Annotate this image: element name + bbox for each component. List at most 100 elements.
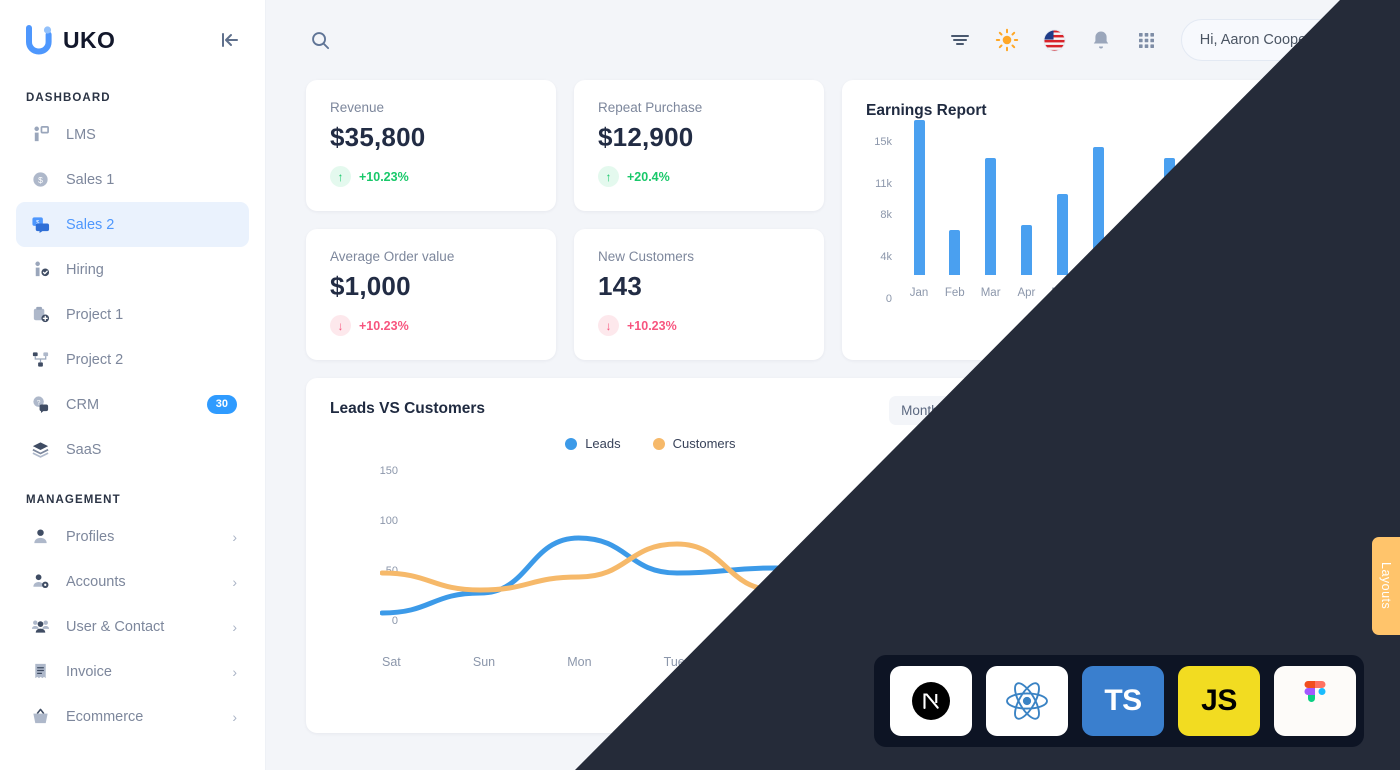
sidebar-section-management-title: MANAGEMENT: [26, 494, 121, 506]
project-box-icon: [28, 303, 52, 327]
bar-slot[interactable]: Jan: [904, 120, 934, 299]
arrow-up-icon: ↑: [598, 166, 619, 187]
filter-lines-icon[interactable]: [949, 29, 971, 51]
stat-label: Repeat Purchase: [598, 100, 703, 115]
bar-slot[interactable]: Jul: [1119, 243, 1149, 299]
bar-slot[interactable]: Aug: [1155, 158, 1185, 299]
sidebar-item-label: SaaS: [66, 441, 102, 458]
x-tick-label: Sun: [472, 655, 496, 669]
stat-delta: ↓ +10.23%: [330, 315, 532, 336]
bar: [949, 230, 961, 275]
sidebar-item-sales-2[interactable]: $ Sales 2: [16, 202, 249, 247]
sun-theme-icon[interactable]: [995, 28, 1019, 52]
stat-value: $35,800: [330, 122, 426, 152]
sidebar-item-lms[interactable]: LMS: [16, 112, 249, 157]
bar: [1307, 120, 1319, 275]
x-tick-label: Nov: [1266, 287, 1288, 299]
sidebar-item-label: Project 1: [66, 306, 124, 323]
bar-slot[interactable]: Nov: [1262, 219, 1292, 299]
bar-slot[interactable]: Apr: [1011, 224, 1041, 299]
bar-slot[interactable]: Feb: [940, 230, 970, 299]
sidebar-item-project-2[interactable]: Project 2: [16, 337, 249, 382]
donut-segment[interactable]: [1064, 590, 1156, 683]
dashboard-page: UKO DASHBOARD LMS $ Sales 1 $ Sales 2 Hi…: [0, 0, 1400, 770]
flag-usa-icon[interactable]: [1043, 28, 1066, 52]
bar-slot[interactable]: Mar: [976, 158, 1006, 299]
stat-card-revenue[interactable]: Revenue $35,800 ↑ +10.23%: [306, 80, 556, 211]
leads-period-select[interactable]: Month: [889, 396, 971, 425]
sidebar-item-crm[interactable]: ? CRM 30: [16, 382, 249, 427]
stat-card-repeat-purchase[interactable]: Repeat Purchase $12,900 ↑ +20.4%: [574, 80, 824, 211]
chevron-right-icon: ›: [232, 528, 237, 545]
sidebar-item-sales-1[interactable]: $ Sales 1: [16, 157, 249, 202]
profile-icon: [28, 525, 52, 549]
bar: [1128, 243, 1140, 275]
bar: [1271, 219, 1283, 275]
sidebar-item-user-contact[interactable]: User & Contact ›: [16, 604, 249, 649]
sidebar-item-hiring[interactable]: Hiring: [16, 247, 249, 292]
bar-slot[interactable]: Jun: [1083, 146, 1113, 299]
tech-stack-badges: TS JS: [874, 655, 1364, 747]
leads-line-chart: 050100150 SatSunMonTueWedThuFri: [330, 461, 975, 673]
search-icon[interactable]: [310, 30, 331, 51]
sidebar-brand: UKO: [0, 0, 265, 80]
earnings-report-title: Earnings Report: [866, 102, 987, 119]
bell-notification-icon[interactable]: [1090, 29, 1112, 51]
sidebar: UKO DASHBOARD LMS $ Sales 1 $ Sales 2 Hi…: [0, 0, 266, 770]
nextjs-logo-icon[interactable]: [890, 666, 972, 736]
users-icon: [28, 615, 52, 639]
layers-icon: [28, 438, 52, 462]
top-row: Revenue $35,800 ↑ +10.23% Repeat Purchas…: [306, 80, 1358, 360]
bar: [985, 158, 997, 275]
chevron-down-icon: [947, 403, 959, 418]
user-avatar[interactable]: [1321, 25, 1352, 56]
leads-chart-legend: Leads Customers: [330, 436, 971, 451]
dollar-coin-icon: $: [28, 168, 52, 192]
stat-card-new-customers[interactable]: New Customers 143 ↓ +10.23%: [574, 229, 824, 360]
sidebar-item-ecommerce[interactable]: Ecommerce ›: [16, 694, 249, 739]
sidebar-item-invoice[interactable]: Invoice ›: [16, 649, 249, 694]
project-status-title: Project Status: [1133, 400, 1238, 417]
sidebar-item-project-1[interactable]: Project 1: [16, 292, 249, 337]
sidebar-item-saas[interactable]: SaaS: [16, 427, 249, 472]
bar: [1164, 158, 1176, 275]
javascript-logo-icon[interactable]: JS: [1178, 666, 1260, 736]
x-tick-label: Thu: [854, 655, 876, 669]
hiring-person-icon: [28, 258, 52, 282]
account-gear-icon: [28, 570, 52, 594]
layouts-side-tab[interactable]: Layouts: [1372, 537, 1400, 635]
donut-segment[interactable]: [1055, 435, 1187, 613]
stat-delta: ↓ +10.23%: [598, 315, 800, 336]
earnings-y-axis: 0 4k 8k 11k 15k: [866, 134, 898, 305]
legend-label: Customers: [672, 436, 736, 451]
sidebar-item-profiles[interactable]: Profiles ›: [16, 514, 249, 559]
x-tick-label: Dec: [1302, 287, 1324, 299]
y-tick-label: 11k: [875, 178, 892, 191]
figma-logo-icon[interactable]: [1274, 666, 1356, 736]
typescript-logo-icon[interactable]: TS: [1082, 666, 1164, 736]
stat-card-average-order-value[interactable]: Average Order value $1,000 ↓ +10.23%: [306, 229, 556, 360]
online-status-dot: [1342, 46, 1352, 56]
user-profile-button[interactable]: Hi, Aaron Cooper: [1180, 19, 1358, 61]
earnings-period-select[interactable]: Month: [1270, 100, 1334, 116]
collapse-sidebar-icon[interactable]: [219, 29, 241, 51]
sidebar-item-accounts[interactable]: Accounts ›: [16, 559, 249, 604]
bar-slot[interactable]: Dec: [1298, 120, 1328, 299]
stat-delta-text: +10.23%: [627, 318, 677, 333]
bar: [1200, 193, 1211, 275]
sidebar-item-label: Sales 1: [66, 171, 115, 188]
bar-slot[interactable]: Sep: [1191, 193, 1221, 299]
legend-item-leads: Leads: [565, 436, 621, 451]
arrow-up-icon: ↑: [330, 166, 351, 187]
donut-segment[interactable]: [1184, 435, 1316, 671]
x-tick-label: Feb: [944, 287, 965, 299]
earnings-period-value: Month: [1270, 100, 1309, 116]
x-tick-label: Jun: [1088, 287, 1108, 299]
apps-grid-icon[interactable]: [1136, 30, 1157, 51]
bar-slot[interactable]: May: [1047, 193, 1077, 299]
react-logo-icon[interactable]: [986, 666, 1068, 736]
bar-slot[interactable]: Oct: [1226, 170, 1256, 299]
x-tick-label: Apr: [1017, 287, 1036, 299]
line-series-customers: [380, 500, 975, 593]
top-header: Hi, Aaron Cooper: [266, 0, 1400, 80]
